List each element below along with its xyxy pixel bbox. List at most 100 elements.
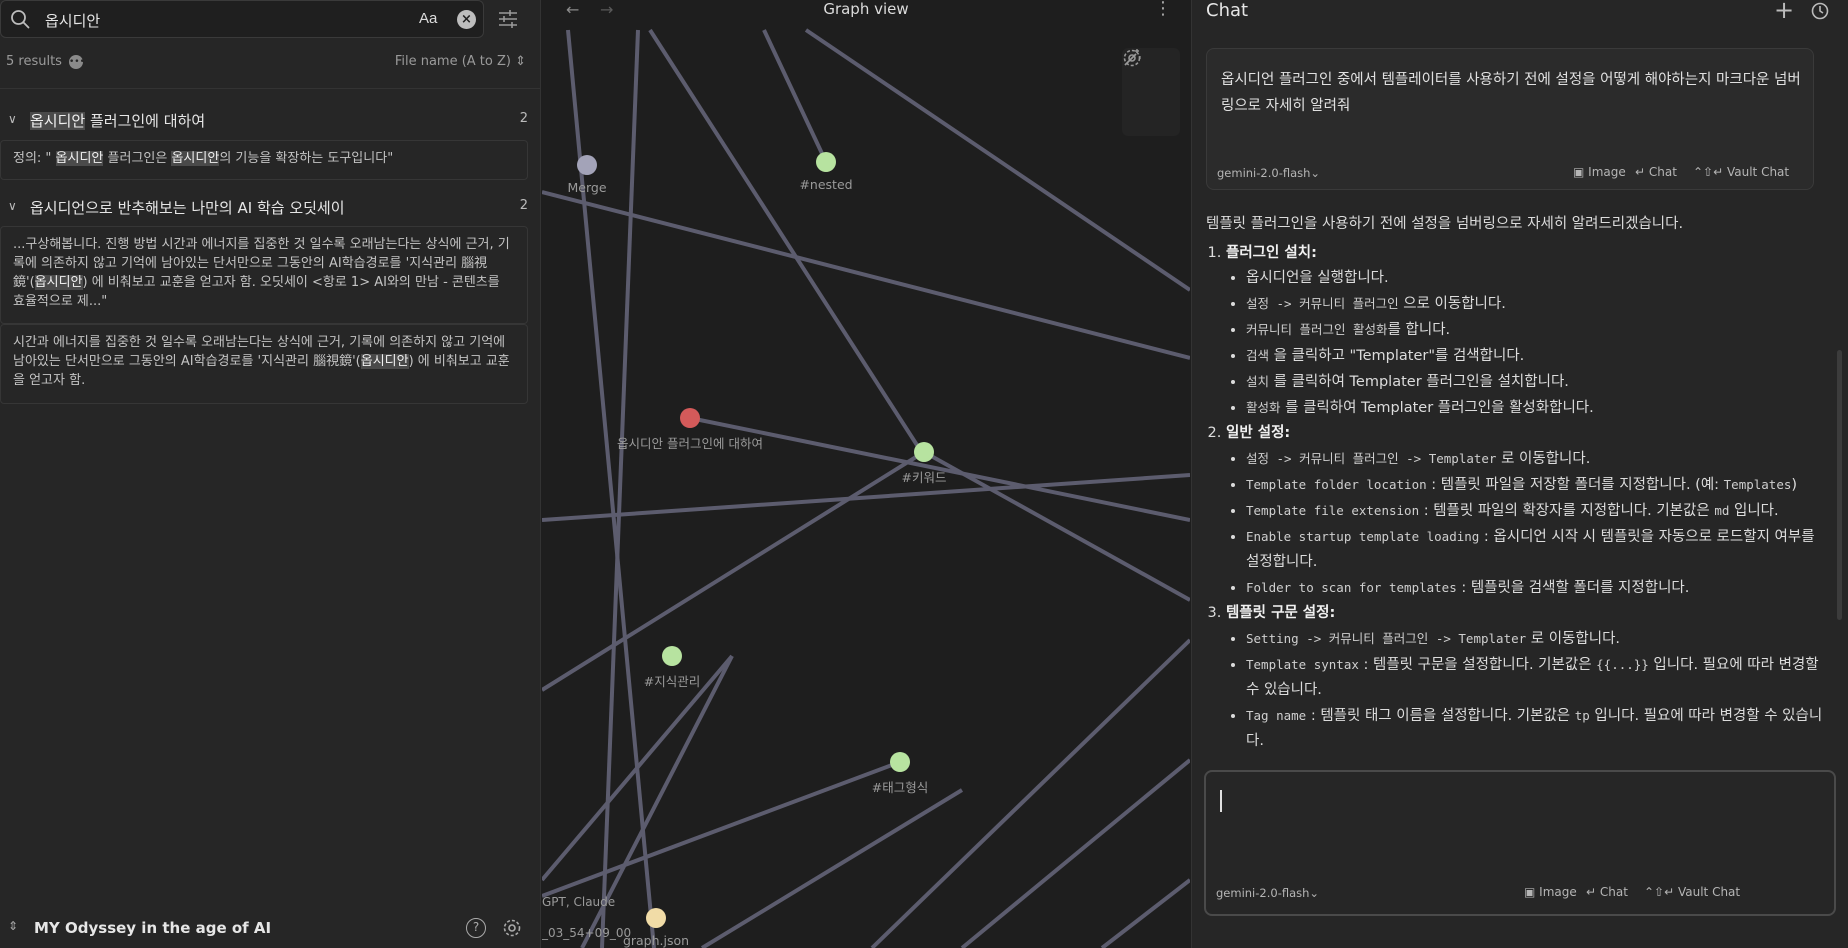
result-snippet[interactable]: 정의: " 옵시디안 플러그인은 옵시디안의 기능을 확장하는 도구입니다" bbox=[0, 140, 528, 180]
user-message[interactable]: 옵시디언 플러그인 중에서 템플레이터를 사용하기 전에 설정을 어떻게 해야하… bbox=[1206, 48, 1814, 190]
result-file-title[interactable]: 옵시디안 플러그인에 대하여 bbox=[30, 110, 205, 131]
highlight: 옵시디안 bbox=[34, 275, 83, 290]
reply-bullet: 설치 를 클릭하여 Templater 플러그인을 설치합니다. bbox=[1246, 369, 1826, 395]
magic-wand-icon[interactable] bbox=[1122, 48, 1142, 68]
reply-section-heading: 플러그인 설치: bbox=[1226, 245, 1317, 261]
sort-dropdown[interactable]: File name (A to Z) ⇕ bbox=[395, 54, 526, 69]
more-options-icon[interactable]: ••• bbox=[69, 55, 85, 69]
inline-code: Template file extension bbox=[1246, 503, 1420, 518]
graph-node[interactable] bbox=[662, 646, 682, 666]
match-case-toggle[interactable]: Aa bbox=[419, 10, 437, 27]
graph-canvas[interactable] bbox=[542, 0, 1190, 948]
text-caret bbox=[1220, 790, 1222, 812]
clear-search-icon[interactable]: × bbox=[457, 10, 476, 29]
title-text: 플러그인에 대하여 bbox=[85, 112, 206, 130]
bullet-text: 입니다. bbox=[1729, 503, 1779, 519]
results-count: 5 results bbox=[6, 54, 62, 69]
assistant-reply: 템플릿 플러그인을 사용하기 전에 설정을 넘버링으로 자세히 알려드리겠습니다… bbox=[1206, 212, 1826, 766]
reply-bullet: 설정 -> 커뮤니티 플러그인 -> Templater 로 이동합니다. bbox=[1246, 446, 1826, 472]
reply-bullet: Template folder location : 템플릿 파일을 저장할 폴… bbox=[1246, 472, 1826, 498]
results-summary: 5 results ••• File name (A to Z) ⇕ bbox=[6, 52, 526, 74]
graph-node[interactable] bbox=[680, 408, 700, 428]
match-count: 2 bbox=[519, 198, 528, 213]
graph-node[interactable] bbox=[646, 908, 666, 928]
help-icon[interactable]: ? bbox=[466, 918, 486, 938]
graph-node[interactable] bbox=[890, 752, 910, 772]
graph-view[interactable]: ← → Graph view ⋮ Merge #nested 옵시디안 플러그인… bbox=[542, 0, 1190, 948]
inline-code: Tag name bbox=[1246, 708, 1307, 723]
search-bar: Aa × bbox=[0, 0, 541, 40]
inline-code: tp bbox=[1574, 708, 1590, 723]
reply-bullet: 옵시디언을 실행합니다. bbox=[1246, 266, 1826, 291]
chat-button[interactable]: ↵ Chat bbox=[1586, 885, 1628, 899]
history-icon[interactable] bbox=[1810, 1, 1830, 21]
chat-scrollbar[interactable] bbox=[1837, 350, 1842, 620]
result-group-header[interactable]: ∨ 옵시디언으로 반추해보는 나만의 AI 학습 오딧세이 2 bbox=[6, 195, 528, 219]
highlight: 옵시디안 bbox=[30, 112, 86, 130]
inline-code: Folder to scan for templates bbox=[1246, 580, 1457, 595]
result-file-title[interactable]: 옵시디언으로 반추해보는 나만의 AI 학습 오딧세이 bbox=[30, 197, 345, 218]
reply-bullet-list: 옵시디언을 실행합니다.설정 -> 커뮤니티 플러그인 으로 이동합니다.커뮤니… bbox=[1246, 266, 1826, 421]
vault-switcher[interactable]: ⇕ MY Odyssey in the age of AI ? bbox=[0, 908, 541, 948]
reply-bullet: Template file extension : 템플릿 파일의 확장자를 지… bbox=[1246, 498, 1826, 524]
graph-node-label: Merge bbox=[567, 180, 607, 195]
inline-code: Enable startup template loading bbox=[1246, 529, 1480, 544]
model-selector[interactable]: gemini-2.0-flash⌄ bbox=[1217, 166, 1320, 180]
search-input[interactable] bbox=[45, 7, 405, 33]
inline-code: 설정 -> 커뮤니티 플러그인 bbox=[1246, 296, 1399, 311]
chat-button[interactable]: ↵ Chat bbox=[1635, 165, 1677, 179]
match-count: 2 bbox=[519, 111, 528, 126]
image-icon: ▣ bbox=[1524, 885, 1540, 899]
chat-title: Chat bbox=[1206, 0, 1249, 21]
model-selector[interactable]: gemini-2.0-flash⌄ bbox=[1216, 886, 1319, 900]
enter-icon: ↵ bbox=[1635, 165, 1649, 179]
reply-bullet: Tag name : 템플릿 태그 이름을 설정합니다. 기본값은 tp 입니다… bbox=[1246, 703, 1826, 754]
reply-bullet: 설정 -> 커뮤니티 플러그인 으로 이동합니다. bbox=[1246, 291, 1826, 317]
vault-chat-button[interactable]: ⌃⇧↵ Vault Chat bbox=[1644, 885, 1740, 899]
reply-bullet-list: Setting -> 커뮤니티 플러그인 -> Templater 로 이동합니… bbox=[1246, 626, 1826, 754]
bullet-text: ) bbox=[1791, 477, 1798, 493]
bullet-text: : 템플릿을 검색할 폴더를 지정합니다. bbox=[1456, 580, 1690, 596]
search-settings-icon[interactable] bbox=[496, 7, 520, 31]
chevron-down-icon[interactable]: ∨ bbox=[8, 112, 17, 126]
reply-bullet: 활성화 를 클릭하여 Templater 플러그인을 활성화합니다. bbox=[1246, 395, 1826, 421]
inline-code: 활성화 bbox=[1246, 400, 1281, 415]
new-chat-icon[interactable]: + bbox=[1774, 0, 1794, 24]
chevron-down-icon[interactable]: ∨ bbox=[8, 199, 17, 213]
bullet-text: : 템플릿 파일을 저장할 폴더를 지정합니다. (예: bbox=[1426, 477, 1724, 493]
image-button[interactable]: ▣ Image bbox=[1573, 165, 1626, 179]
graph-node[interactable] bbox=[914, 442, 934, 462]
vault-chat-button[interactable]: ⌃⇧↵ Vault Chat bbox=[1693, 165, 1789, 179]
image-button[interactable]: ▣ Image bbox=[1524, 885, 1577, 899]
bullet-text: : 템플릿 파일의 확장자를 지정합니다. 기본값은 bbox=[1419, 503, 1715, 519]
bullet-text: 로 이동합니다. bbox=[1496, 451, 1591, 467]
graph-node[interactable] bbox=[816, 152, 836, 172]
highlight: 옵시디안 bbox=[360, 354, 409, 369]
bullet-text: : 템플릿 태그 이름을 설정합니다. 기본값은 bbox=[1306, 708, 1575, 724]
vault-name[interactable]: MY Odyssey in the age of AI bbox=[34, 919, 271, 937]
keyboard-shortcut-icon: ⌃⇧↵ bbox=[1644, 885, 1678, 899]
divider bbox=[0, 88, 541, 89]
image-icon: ▣ bbox=[1573, 165, 1589, 179]
chat-input[interactable]: gemini-2.0-flash⌄ ▣ Image ↵ Chat ⌃⇧↵ Vau… bbox=[1204, 770, 1836, 916]
chevron-updown-icon[interactable]: ⇕ bbox=[8, 919, 18, 933]
result-snippet[interactable]: 시간과 에너지를 집중한 것 일수록 오래남는다는 상식에 근거, 기록에 의존… bbox=[0, 324, 528, 404]
result-group-header[interactable]: ∨ 옵시디안 플러그인에 대하여 2 bbox=[6, 108, 528, 132]
search-box[interactable]: Aa × bbox=[0, 0, 484, 38]
inline-code: 설치 bbox=[1246, 374, 1270, 389]
inline-code: Template syntax bbox=[1246, 657, 1359, 672]
inline-code: md bbox=[1714, 503, 1730, 518]
reply-bullet: 검색 을 클릭하고 "Templater"를 검색합니다. bbox=[1246, 343, 1826, 369]
snippet-text: 플러그인은 bbox=[103, 151, 172, 166]
graph-node[interactable] bbox=[577, 155, 597, 175]
bullet-text: 를 합니다. bbox=[1387, 322, 1451, 338]
more-menu-icon[interactable]: ⋮ bbox=[1154, 0, 1172, 19]
graph-node-label: graph.json bbox=[622, 933, 690, 948]
reply-section: 템플릿 구문 설정: Setting -> 커뮤니티 플러그인 -> Templa… bbox=[1226, 601, 1826, 754]
settings-gear-icon[interactable] bbox=[502, 918, 522, 938]
highlight: 옵시디안 bbox=[55, 151, 104, 166]
bullet-text: : 템플릿 구문을 설정합니다. 기본값은 bbox=[1358, 657, 1597, 673]
inline-code: 검색 bbox=[1246, 348, 1270, 363]
inline-code: Setting -> 커뮤니티 플러그인 -> Templater bbox=[1246, 631, 1527, 646]
result-snippet[interactable]: ...구상해봅니다. 진행 방법 시간과 에너지를 집중한 것 일수록 오래남는… bbox=[0, 226, 528, 324]
